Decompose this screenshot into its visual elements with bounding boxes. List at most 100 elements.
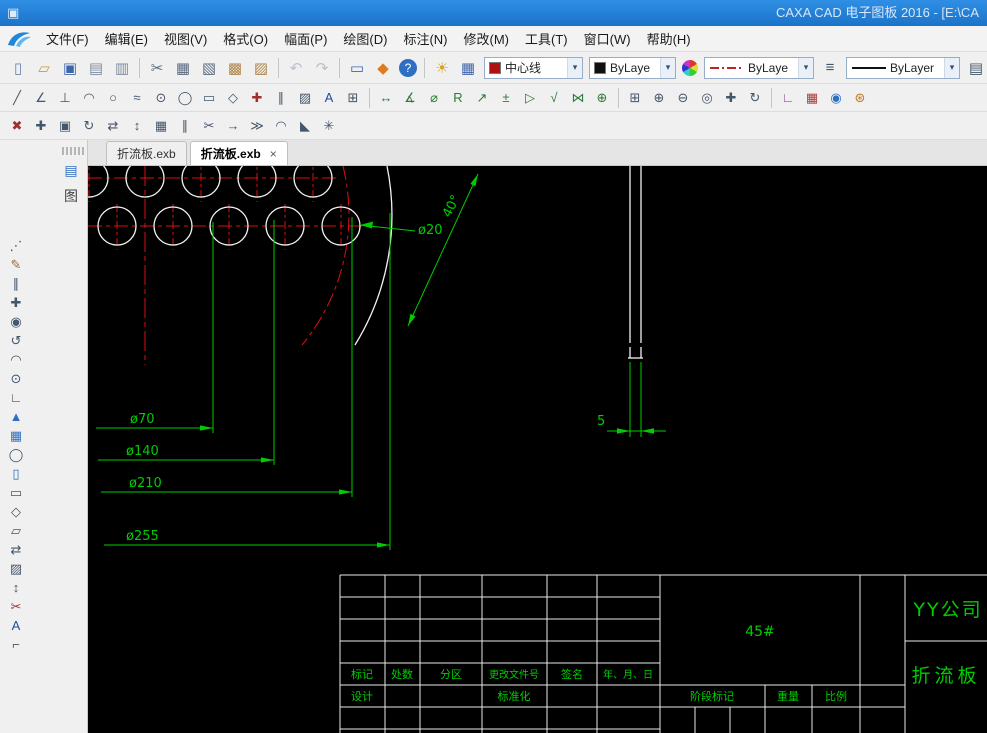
layer-bulb-icon[interactable]: ☀ — [430, 56, 454, 80]
polygon-tool-icon[interactable]: ◇ — [5, 502, 27, 521]
cone-icon[interactable]: ▲ — [5, 407, 27, 426]
array-tool-icon[interactable]: ▦ — [5, 426, 27, 445]
paper-frame-icon[interactable]: ▭ — [345, 56, 369, 80]
linewidth-combobox[interactable]: ByLayer ▾ — [846, 56, 960, 79]
open-icon[interactable]: ▱ — [32, 56, 56, 80]
save-icon[interactable]: ▣ — [58, 56, 82, 80]
menu-item-8[interactable]: 工具(T) — [517, 26, 576, 51]
linewidth-settings-icon[interactable]: ▤ — [964, 56, 987, 80]
linear-dimension-icon[interactable]: ↔ — [375, 87, 397, 109]
undo-icon[interactable]: ↶ — [284, 56, 308, 80]
arc-icon[interactable]: ◠ — [78, 87, 100, 109]
menu-item-10[interactable]: 帮助(H) — [639, 26, 699, 51]
trim-tool-icon[interactable]: ✂ — [5, 597, 27, 616]
formula-icon[interactable]: ⌐ — [5, 635, 27, 654]
polygon-icon[interactable]: ◇ — [222, 87, 244, 109]
rotate-tool-icon[interactable]: ↺ — [5, 331, 27, 350]
diameter-dimension-icon[interactable]: ⌀ — [423, 87, 445, 109]
trim-icon[interactable]: ✂ — [198, 115, 220, 137]
zoom-window-icon[interactable]: ⊞ — [624, 87, 646, 109]
pan-icon[interactable]: ✚ — [720, 87, 742, 109]
paste-icon[interactable]: ▩ — [223, 56, 247, 80]
ellipse-tool-icon[interactable]: ◯ — [5, 445, 27, 464]
parallel-line-icon[interactable]: ∥ — [5, 274, 27, 293]
angular-line-icon[interactable]: ∠ — [30, 87, 52, 109]
menu-item-0[interactable]: 文件(F) — [38, 26, 97, 51]
zoom-out-icon[interactable]: ⊖ — [672, 87, 694, 109]
linetype-combobox[interactable]: ByLaye ▾ — [704, 56, 814, 79]
baffle-plate-side-view[interactable] — [628, 166, 643, 359]
centerlines[interactable] — [88, 166, 368, 365]
chevron-down-icon[interactable]: ▾ — [567, 57, 582, 78]
text-icon[interactable]: A — [318, 87, 340, 109]
help-icon[interactable]: ? — [399, 58, 417, 77]
new-sheet-icon[interactable]: ▯ — [5, 464, 27, 483]
layer-manager-icon[interactable]: ▦ — [456, 56, 480, 80]
explode-icon[interactable]: ✳ — [318, 115, 340, 137]
radius-dimension-icon[interactable]: R — [447, 87, 469, 109]
zoom-in-icon[interactable]: ⊕ — [648, 87, 670, 109]
grid-icon[interactable]: ▦ — [801, 87, 823, 109]
equidistant-line-icon[interactable]: ∥ — [270, 87, 292, 109]
menu-item-3[interactable]: 格式(O) — [215, 26, 276, 51]
menu-item-4[interactable]: 幅面(P) — [276, 26, 335, 51]
copy-basepoint-icon[interactable]: ▧ — [197, 56, 221, 80]
rotate-icon[interactable]: ↻ — [78, 115, 100, 137]
chamfer-icon[interactable]: ◣ — [294, 115, 316, 137]
linetype-manager-icon[interactable]: ≡ — [818, 56, 842, 80]
color-palette-ball-icon[interactable] — [682, 59, 698, 76]
print-icon[interactable]: ▥ — [110, 56, 134, 80]
snap-settings-icon[interactable]: ⋰ — [5, 236, 27, 255]
chevron-down-icon[interactable]: ▾ — [660, 57, 675, 78]
circle-tool-icon[interactable]: ◉ — [5, 312, 27, 331]
perpendicular-tool-icon[interactable]: ∟ — [5, 388, 27, 407]
datum-icon[interactable]: ▷ — [519, 87, 541, 109]
tolerance-icon[interactable]: ± — [495, 87, 517, 109]
baffle-plate-front-view[interactable] — [88, 166, 393, 346]
text-tool-icon[interactable]: A — [5, 616, 27, 635]
menu-item-9[interactable]: 窗口(W) — [576, 26, 639, 51]
circle-icon[interactable]: ○ — [102, 87, 124, 109]
copy-icon[interactable]: ▦ — [171, 56, 195, 80]
menu-item-6[interactable]: 标注(N) — [395, 26, 455, 51]
menu-item-2[interactable]: 视图(V) — [156, 26, 215, 51]
document-tab[interactable]: 折流板.exb — [106, 141, 187, 165]
document-tab-active[interactable]: 折流板.exb × — [189, 141, 288, 165]
point-tool-icon[interactable]: ⊙ — [5, 369, 27, 388]
break-icon[interactable]: ≫ — [246, 115, 268, 137]
offset-icon[interactable]: ∥ — [174, 115, 196, 137]
parallelogram-icon[interactable]: ▱ — [5, 521, 27, 540]
centerline-icon[interactable]: ✚ — [246, 87, 268, 109]
rectangle-tool-icon[interactable]: ▭ — [5, 483, 27, 502]
ortho-icon[interactable]: ∟ — [777, 87, 799, 109]
color-set-icon[interactable]: ⊛ — [849, 87, 871, 109]
plot-icon[interactable]: ◆ — [371, 56, 395, 80]
weld-symbol-icon[interactable]: ⋈ — [567, 87, 589, 109]
point-icon[interactable]: ⊙ — [150, 87, 172, 109]
print-preview-icon[interactable]: ▤ — [84, 56, 108, 80]
extend-icon[interactable]: → — [222, 115, 244, 137]
arc-tool-icon[interactable]: ◠ — [5, 350, 27, 369]
erase-icon[interactable]: ✖ — [6, 115, 28, 137]
stretch-icon[interactable]: ↕ — [5, 578, 27, 597]
array-icon[interactable]: ▦ — [150, 115, 172, 137]
sketch-icon[interactable]: ✎ — [5, 255, 27, 274]
sheet-palette-icon[interactable]: ▤ — [59, 158, 83, 182]
drawing-canvas[interactable]: ø20 40° ø70 ø140 ø210 ø255 5 标记 处数 分区 更改… — [88, 166, 987, 733]
chevron-down-icon[interactable]: ▾ — [944, 57, 959, 78]
layer-combobox[interactable]: 中心线 ▾ — [484, 56, 583, 79]
menu-item-1[interactable]: 编辑(E) — [97, 26, 156, 51]
translate-icon[interactable]: ✚ — [5, 293, 27, 312]
hatch-icon[interactable]: ▨ — [294, 87, 316, 109]
cad-drawing[interactable]: ø20 40° ø70 ø140 ø210 ø255 5 标记 处数 分区 更改… — [88, 166, 987, 733]
copy-object-icon[interactable]: ▣ — [54, 115, 76, 137]
menu-item-5[interactable]: 绘图(D) — [335, 26, 395, 51]
library-palette-icon[interactable]: 图 — [59, 184, 83, 208]
new-icon[interactable]: ▯ — [6, 56, 30, 80]
close-icon[interactable]: × — [270, 147, 277, 161]
table-icon[interactable]: ⊞ — [342, 87, 364, 109]
perpendicular-line-icon[interactable]: ⊥ — [54, 87, 76, 109]
scale-icon[interactable]: ↕ — [126, 115, 148, 137]
title-block[interactable]: 标记 处数 分区 更改文件号 签名 年、月、日 设计 标准化 阶段标记 重量 比… — [339, 574, 987, 733]
line-icon[interactable]: ╱ — [6, 87, 28, 109]
